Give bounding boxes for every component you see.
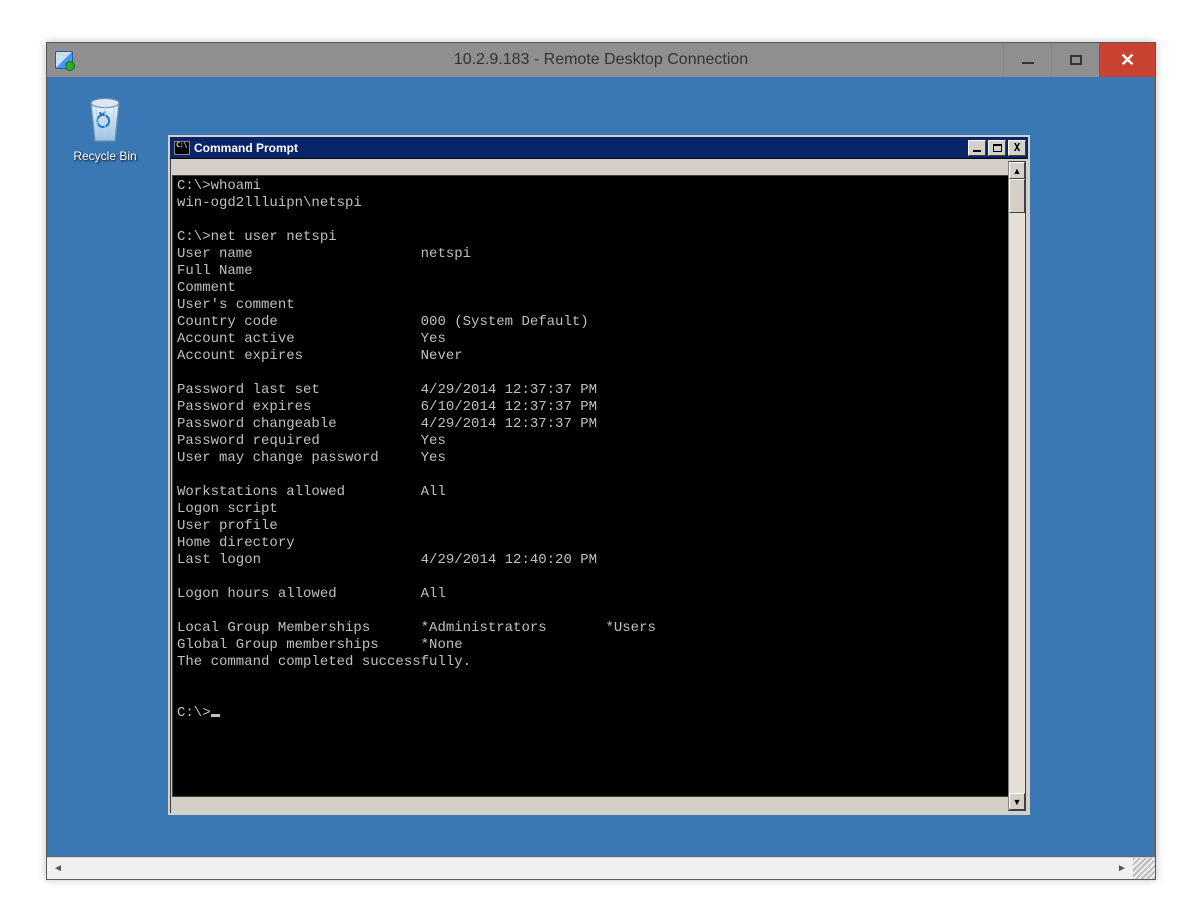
cmd-cursor [211, 714, 220, 717]
cmd-minimize-button[interactable] [968, 140, 986, 156]
rdc-maximize-button[interactable] [1051, 43, 1099, 77]
scroll-thumb[interactable] [1009, 179, 1025, 213]
cmd-output-area[interactable]: C:\>whoami win-ogd2llluipn\netspi C:\>ne… [172, 175, 1008, 797]
cmd-window: Command Prompt X C:\>whoami win-ogd2lllu… [168, 135, 1030, 815]
cmd-window-title: Command Prompt [194, 141, 298, 155]
rdc-horizontal-scrollbar[interactable]: ◄ ► [47, 857, 1155, 879]
cmd-vertical-scrollbar[interactable]: ▲ ▼ [1008, 161, 1026, 811]
recycle-bin-label: Recycle Bin [66, 149, 144, 163]
rdc-client-area: Recycle Bin Command Prompt X C:\>whoami … [47, 77, 1155, 857]
recycle-bin-desktop-icon[interactable]: Recycle Bin [66, 91, 144, 163]
scroll-down-icon[interactable]: ▼ [1009, 793, 1025, 810]
rdc-close-button[interactable]: ✕ [1099, 43, 1155, 77]
scroll-right-icon[interactable]: ► [1111, 858, 1133, 879]
cmd-titlebar[interactable]: Command Prompt X [170, 137, 1028, 159]
scroll-up-icon[interactable]: ▲ [1009, 162, 1025, 179]
scroll-left-icon[interactable]: ◄ [47, 858, 69, 879]
rdc-titlebar[interactable]: 10.2.9.183 - Remote Desktop Connection ✕ [47, 43, 1155, 77]
rdc-app-icon [55, 51, 73, 69]
cmd-system-menu-icon[interactable] [174, 141, 190, 155]
scroll-track[interactable] [1009, 179, 1025, 793]
cmd-close-button[interactable]: X [1008, 140, 1026, 156]
resize-grip-icon[interactable] [1133, 858, 1155, 879]
cmd-window-buttons: X [968, 140, 1026, 156]
remote-desktop[interactable]: Recycle Bin Command Prompt X C:\>whoami … [48, 77, 1134, 856]
rdc-window: 10.2.9.183 - Remote Desktop Connection ✕… [46, 42, 1156, 880]
rdc-window-title: 10.2.9.183 - Remote Desktop Connection [47, 43, 1155, 77]
rdc-minimize-button[interactable] [1003, 43, 1051, 77]
rdc-window-buttons: ✕ [1003, 43, 1155, 77]
cmd-maximize-button[interactable] [988, 140, 1006, 156]
recycle-bin-icon [81, 91, 129, 145]
